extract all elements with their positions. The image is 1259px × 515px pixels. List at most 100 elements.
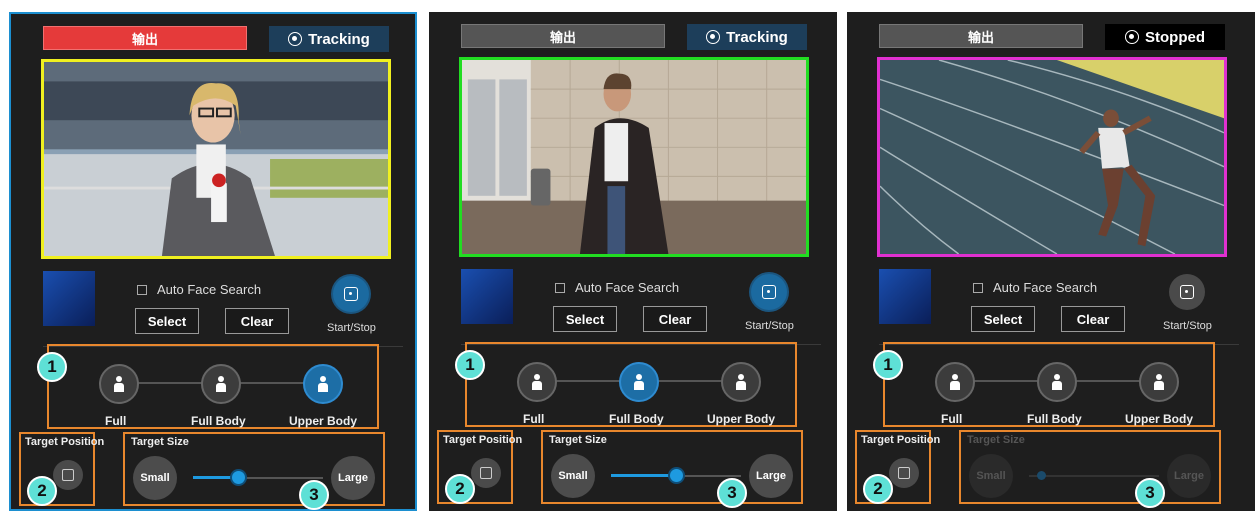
start-stop-label: Start/Stop [327,322,376,334]
auto-face-search-checkbox[interactable] [555,282,565,293]
framing-full-button[interactable] [935,362,975,402]
size-slider-handle[interactable] [232,471,245,484]
start-stop-icon [344,287,358,301]
output-button[interactable]: 输出 [43,26,247,50]
auto-face-search-label: Auto Face Search [157,282,262,297]
framing-full-button[interactable] [99,364,139,404]
framing-full-body-button[interactable] [1037,362,1077,402]
select-button[interactable]: Select [553,306,617,332]
full-body-icon [214,376,228,392]
camera-panel-3: 输出 Stopped Auto Face Search Select Clear… [847,12,1255,511]
size-slider-handle [1037,471,1046,480]
clear-button[interactable]: Clear [1061,306,1125,332]
camera-panel-2: 输出 Tracking Auto Face Search Select Clea… [429,12,837,511]
start-stop-icon [762,285,776,299]
target-position-icon [62,469,74,481]
clear-button[interactable]: Clear [225,308,289,334]
target-size-label: Target Size [967,434,1025,446]
walking-man-image [462,60,806,254]
full-body-icon [1050,374,1064,390]
framing-upper-body-label: Upper Body [1125,412,1194,426]
tracking-status-label: Stopped [1145,28,1205,46]
start-stop-label: Start/Stop [1163,320,1212,332]
target-position-button[interactable] [471,458,501,488]
full-frame-icon [948,374,962,390]
tracking-status-label: Tracking [308,30,370,48]
output-button[interactable]: 输出 [879,24,1083,48]
callout-badge-3: 3 [717,478,747,508]
size-small-button[interactable]: Small [133,456,177,500]
framing-upper-body-label: Upper Body [707,412,776,426]
target-position-label: Target Position [861,434,941,446]
face-thumbnail [43,271,95,326]
tracking-status-button[interactable]: Tracking [269,26,389,52]
auto-face-search-row[interactable]: Auto Face Search [555,280,679,295]
video-preview[interactable] [41,59,391,259]
tracking-status-button[interactable]: Stopped [1105,24,1225,50]
size-slider-track [1029,475,1159,477]
start-stop-button[interactable] [1169,274,1205,310]
tracking-status-button[interactable]: Tracking [687,24,807,50]
full-frame-icon [530,374,544,390]
video-preview[interactable] [459,57,809,257]
auto-face-search-label: Auto Face Search [575,280,680,295]
callout-badge-2: 2 [27,476,57,506]
tracking-icon [706,30,721,44]
framing-upper-body-button[interactable] [1139,362,1179,402]
auto-face-search-row[interactable]: Auto Face Search [973,280,1097,295]
framing-upper-body-button[interactable] [721,362,761,402]
framing-full-button[interactable] [517,362,557,402]
callout-badge-2: 2 [863,474,893,504]
full-body-icon [632,374,646,390]
callout-badge-3: 3 [1135,478,1165,508]
target-position-icon [898,467,910,479]
target-position-button[interactable] [889,458,919,488]
target-size-label: Target Size [549,434,607,446]
framing-full-body-label: Full Body [609,412,664,426]
start-stop-icon [1180,285,1194,299]
start-stop-label: Start/Stop [745,320,794,332]
upper-body-icon [316,376,330,392]
framing-full-body-label: Full Body [1027,412,1082,426]
framing-full-body-button[interactable] [201,364,241,404]
target-position-button[interactable] [53,460,83,490]
camera-panel-1: 输出 Tracking Auto Face Search Select Clea… [9,12,417,511]
auto-face-search-row[interactable]: Auto Face Search [137,282,261,297]
size-slider-handle[interactable] [670,469,683,482]
select-button[interactable]: Select [135,308,199,334]
auto-face-search-label: Auto Face Search [993,280,1098,295]
target-position-label: Target Position [443,434,523,446]
upper-body-icon [1152,374,1166,390]
face-thumbnail [461,269,513,324]
auto-face-search-checkbox[interactable] [973,282,983,293]
size-large-button[interactable]: Large [331,456,375,500]
target-position-label: Target Position [25,436,105,448]
video-preview[interactable] [877,57,1227,257]
callout-badge-3: 3 [299,480,329,510]
auto-face-search-checkbox[interactable] [137,284,147,295]
framing-full-label: Full [105,414,127,428]
tracking-icon [288,32,303,46]
upper-body-icon [734,374,748,390]
callout-badge-1: 1 [873,350,903,380]
size-small-button: Small [969,454,1013,498]
framing-upper-body-button[interactable] [303,364,343,404]
size-large-button: Large [1167,454,1211,498]
output-button[interactable]: 输出 [461,24,665,48]
runner-image [880,60,1224,254]
clear-button[interactable]: Clear [643,306,707,332]
framing-full-label: Full [941,412,963,426]
size-small-button[interactable]: Small [551,454,595,498]
full-frame-icon [112,376,126,392]
callout-badge-2: 2 [445,474,475,504]
size-large-button[interactable]: Large [749,454,793,498]
start-stop-button[interactable] [751,274,787,310]
start-stop-button[interactable] [333,276,369,312]
callout-badge-1: 1 [37,352,67,382]
reporter-image [44,62,388,256]
framing-full-body-button[interactable] [619,362,659,402]
framing-upper-body-label: Upper Body [289,414,358,428]
framing-full-label: Full [523,412,545,426]
select-button[interactable]: Select [971,306,1035,332]
tracking-status-label: Tracking [726,28,788,46]
